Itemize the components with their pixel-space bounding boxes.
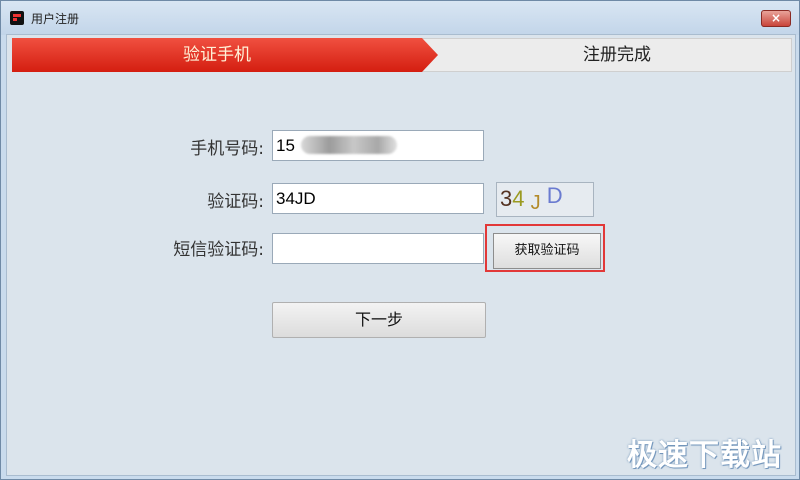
step-progress-bar: 验证手机 注册完成 xyxy=(12,38,792,72)
step-verify-phone-label: 验证手机 xyxy=(183,45,251,65)
sms-code-input[interactable] xyxy=(272,233,484,264)
captcha-label: 验证码: xyxy=(207,192,264,212)
next-step-button[interactable]: 下一步 xyxy=(272,302,486,338)
captcha-char: D xyxy=(546,183,563,208)
captcha-char: J xyxy=(530,192,541,214)
title-bar[interactable]: 用户注册 × xyxy=(1,1,799,35)
captcha-char: 4 xyxy=(512,186,525,211)
step-complete-label: 注册完成 xyxy=(583,45,651,65)
phone-label: 手机号码: xyxy=(190,139,264,159)
phone-input-value: 15 xyxy=(276,136,295,155)
redacted-blur xyxy=(301,136,397,154)
watermark: 极速下载站 xyxy=(627,438,782,473)
app-logo-icon xyxy=(10,11,24,25)
phone-input[interactable]: 15 xyxy=(272,130,484,161)
registration-window: 用户注册 × 验证手机 注册完成 手机号码: 15 验证码: 34JD 34 J… xyxy=(0,0,800,480)
sms-code-label: 短信验证码: xyxy=(173,240,264,260)
window-content: 验证手机 注册完成 手机号码: 15 验证码: 34JD 34 J D 短信验证… xyxy=(6,34,796,476)
window-title: 用户注册 xyxy=(31,12,80,26)
get-sms-code-button[interactable]: 获取验证码 xyxy=(493,233,601,269)
close-button[interactable]: × xyxy=(761,10,791,27)
captcha-char: 3 xyxy=(500,186,513,211)
captcha-input[interactable]: 34JD xyxy=(272,183,484,214)
captcha-image[interactable]: 34 J D xyxy=(496,182,594,217)
